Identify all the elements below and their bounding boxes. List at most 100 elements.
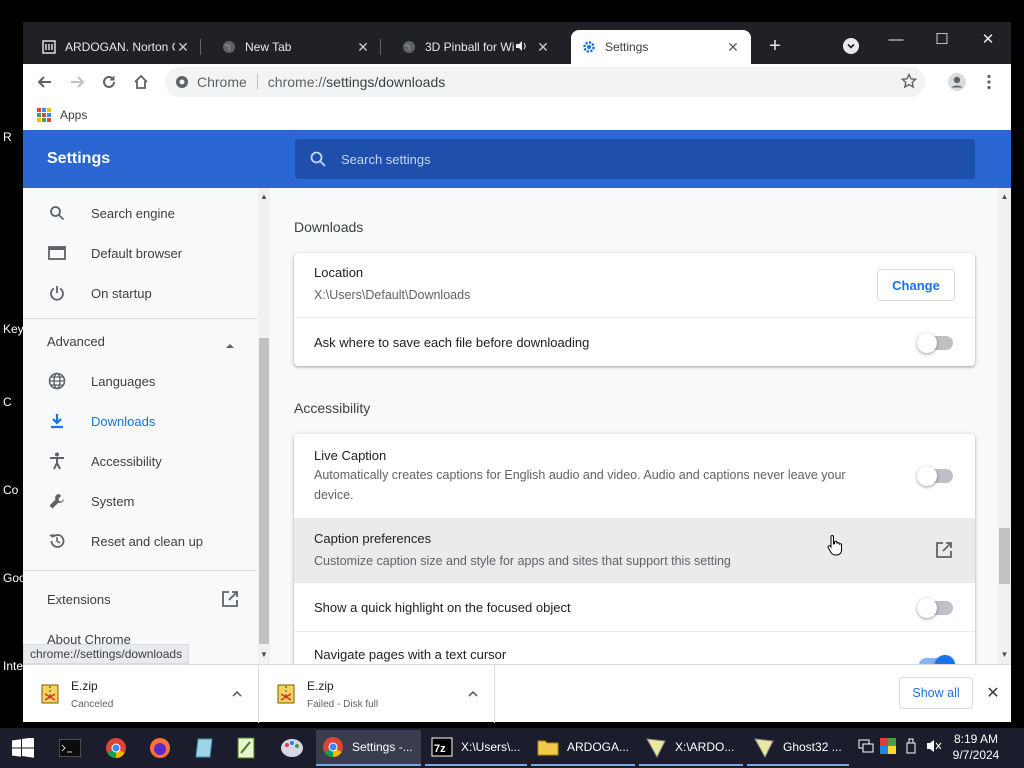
accessibility-section-title: Accessibility bbox=[294, 400, 371, 416]
focus-highlight-toggle[interactable] bbox=[917, 598, 953, 618]
maximize-button[interactable]: ☐ bbox=[919, 26, 965, 56]
tab-close-icon[interactable]: ✕ bbox=[535, 39, 551, 56]
forward-button[interactable] bbox=[65, 70, 89, 94]
sidebar-scrollbar[interactable]: ▲ ▼ bbox=[258, 188, 270, 664]
taskbar-paint[interactable] bbox=[272, 732, 312, 764]
taskbar-editor[interactable] bbox=[226, 732, 266, 764]
live-caption-description: Automatically creates captions for Engli… bbox=[314, 467, 846, 502]
focus-highlight-row[interactable]: Show a quick highlight on the focused ob… bbox=[294, 582, 975, 631]
speaker-icon[interactable] bbox=[515, 40, 527, 55]
close-download-shelf-icon[interactable]: ✕ bbox=[983, 683, 1003, 703]
sidebar-item-label: Downloads bbox=[91, 413, 156, 429]
sidebar-item-label: On startup bbox=[91, 285, 152, 301]
sidebar-item-default-browser[interactable]: Default browser bbox=[23, 233, 257, 273]
sidebar-item-accessibility[interactable]: Accessibility bbox=[23, 441, 257, 481]
minimize-button[interactable]: — bbox=[873, 26, 919, 56]
apps-shortcut[interactable]: Apps bbox=[60, 108, 87, 122]
download-filename: E.zip bbox=[71, 678, 98, 693]
reload-button[interactable] bbox=[97, 70, 121, 94]
chevron-up-icon[interactable] bbox=[232, 685, 242, 701]
live-caption-row[interactable]: Live Caption Automatically creates capti… bbox=[294, 434, 975, 518]
wrench-icon bbox=[47, 491, 67, 511]
home-button[interactable] bbox=[129, 70, 153, 94]
settings-search[interactable] bbox=[295, 139, 975, 179]
ghost-icon bbox=[646, 738, 666, 758]
windows-start-icon[interactable] bbox=[12, 738, 34, 758]
new-tab-button[interactable]: + bbox=[763, 35, 787, 58]
sidebar-advanced-toggle[interactable]: Advanced bbox=[47, 334, 105, 349]
settings-main: Downloads Location X:\Users\Default\Down… bbox=[270, 188, 998, 664]
sidebar-item-on-startup[interactable]: On startup bbox=[23, 273, 257, 313]
download-item[interactable]: E.zip Canceled bbox=[23, 665, 259, 723]
usb-tray-icon[interactable] bbox=[905, 738, 917, 757]
chevron-up-icon[interactable] bbox=[468, 685, 478, 701]
volume-muted-icon[interactable] bbox=[926, 738, 942, 757]
menu-button[interactable] bbox=[977, 70, 1001, 94]
taskbar-firefox[interactable] bbox=[140, 732, 180, 764]
change-location-button[interactable]: Change bbox=[877, 269, 955, 301]
library-icon bbox=[41, 39, 57, 55]
sidebar-item-languages[interactable]: Languages bbox=[23, 361, 257, 401]
taskbar-cmd[interactable] bbox=[50, 732, 90, 764]
search-input[interactable] bbox=[341, 151, 901, 167]
network-tray-icon[interactable] bbox=[858, 738, 874, 757]
tab-norton[interactable]: ARDOGAN. Norton G ✕ bbox=[31, 30, 201, 64]
back-button[interactable] bbox=[33, 70, 57, 94]
tab-close-icon[interactable]: ✕ bbox=[355, 39, 371, 56]
address-bar[interactable]: Chrome chrome:// settings/downloads bbox=[165, 67, 925, 97]
sidebar-item-label: Search engine bbox=[91, 205, 175, 221]
status-bubble: chrome://settings/downloads bbox=[23, 644, 190, 664]
external-link-icon[interactable] bbox=[221, 590, 239, 613]
ask-where-row[interactable]: Ask where to save each file before downl… bbox=[294, 317, 975, 366]
caption-preferences-row[interactable]: Caption preferences Customize caption si… bbox=[294, 518, 975, 582]
download-item[interactable]: E.zip Failed - Disk full bbox=[259, 665, 495, 723]
clock-time: 8:19 AM bbox=[953, 732, 999, 746]
search-icon bbox=[310, 151, 326, 167]
close-window-button[interactable]: ✕ bbox=[965, 26, 1011, 56]
tab-close-icon[interactable]: ✕ bbox=[725, 39, 741, 56]
taskbar-task[interactable]: 7z X:\Users\... bbox=[425, 730, 527, 766]
sidebar-item-system[interactable]: System bbox=[23, 481, 257, 521]
accessibility-icon bbox=[47, 451, 67, 471]
ask-where-label: Ask where to save each file before downl… bbox=[314, 334, 590, 350]
desktop-icon-label: C bbox=[3, 395, 12, 409]
ask-where-toggle[interactable] bbox=[917, 333, 953, 353]
sidebar-item-label: Default browser bbox=[91, 245, 183, 261]
system-clock[interactable]: 8:19 AM 9/7/2024 bbox=[944, 731, 1008, 763]
taskbar-task[interactable]: Ghost32 ... bbox=[747, 730, 849, 766]
tab-settings[interactable]: Settings ✕ bbox=[571, 30, 751, 64]
task-label: Settings -... bbox=[352, 740, 413, 754]
desktop-icon-label: Inte bbox=[3, 659, 24, 673]
tab-new-tab[interactable]: New Tab ✕ bbox=[211, 30, 381, 64]
color-tray-icon[interactable] bbox=[880, 738, 896, 757]
tab-title: 3D Pinball for Wi bbox=[425, 40, 515, 54]
live-caption-toggle[interactable] bbox=[917, 466, 953, 486]
tab-close-icon[interactable]: ✕ bbox=[175, 39, 191, 56]
sidebar-item-search-engine[interactable]: Search engine bbox=[23, 193, 257, 233]
taskbar-task[interactable]: ARDOGA... bbox=[531, 730, 635, 766]
profile-button[interactable] bbox=[945, 70, 969, 94]
main-scrollbar[interactable]: ▲ ▼ bbox=[998, 188, 1011, 664]
sidebar-item-reset[interactable]: Reset and clean up bbox=[23, 521, 257, 561]
taskbar-notepad[interactable] bbox=[184, 732, 224, 764]
sidebar-item-downloads[interactable]: Downloads bbox=[23, 401, 257, 441]
taskbar-task[interactable]: Settings -... bbox=[316, 730, 421, 766]
apps-grid-icon[interactable] bbox=[37, 108, 51, 122]
location-value: X:\Users\Default\Downloads bbox=[314, 288, 471, 302]
settings-sidebar: Search engine Default browser On startup… bbox=[23, 188, 257, 664]
terminal-icon bbox=[59, 739, 81, 757]
taskbar-chrome[interactable] bbox=[96, 732, 136, 764]
browser-toolbar: Chrome chrome:// settings/downloads bbox=[23, 64, 1011, 100]
download-status: Failed - Disk full bbox=[307, 698, 379, 710]
desktop-icon-label: Key bbox=[3, 322, 24, 336]
tab-pinball[interactable]: 3D Pinball for Wi ✕ bbox=[391, 30, 561, 64]
chevron-up-icon[interactable] bbox=[225, 337, 235, 355]
bookmark-star-icon[interactable] bbox=[900, 72, 918, 92]
external-link-icon[interactable] bbox=[935, 541, 955, 561]
tab-search-button[interactable] bbox=[843, 38, 859, 54]
taskbar-task[interactable]: X:\ARDO... bbox=[639, 730, 743, 766]
sidebar-item-extensions[interactable]: Extensions bbox=[47, 592, 111, 607]
text-cursor-row[interactable]: Navigate pages with a text cursor bbox=[294, 631, 975, 664]
show-all-button[interactable]: Show all bbox=[899, 677, 973, 709]
restore-icon bbox=[47, 531, 67, 551]
